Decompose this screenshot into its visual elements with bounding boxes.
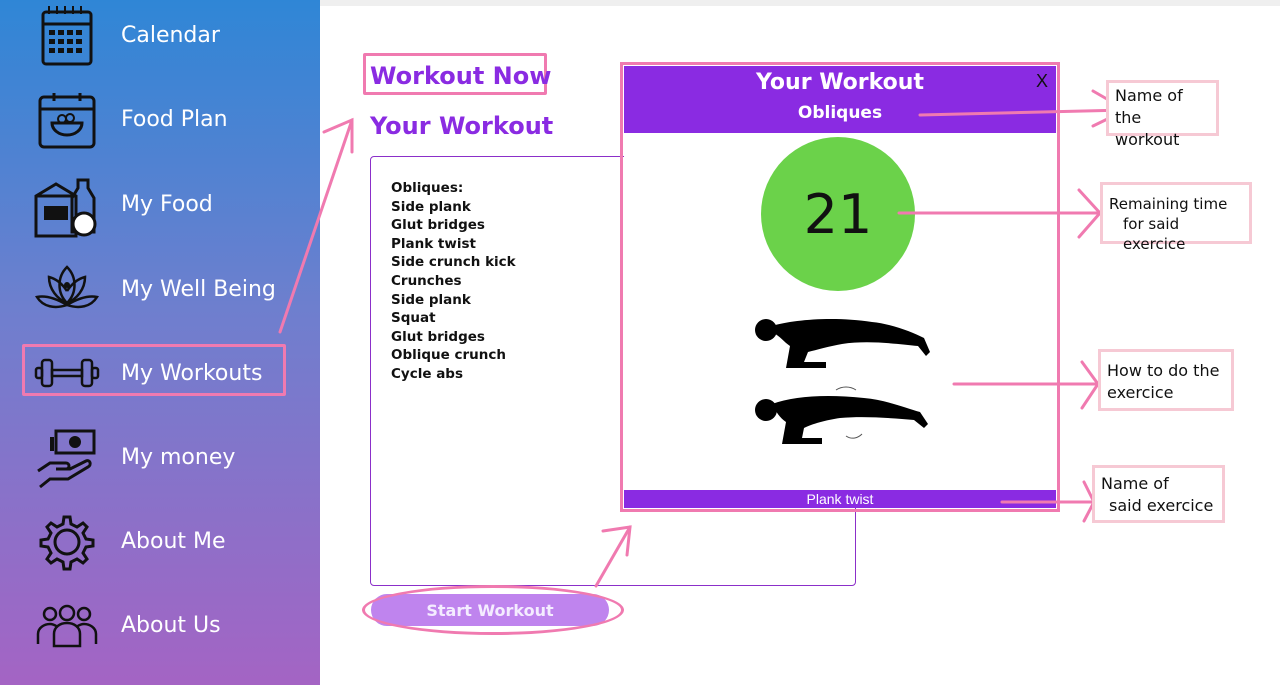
annotation-line: said exercice bbox=[1109, 496, 1214, 515]
annotation-line: workout bbox=[1115, 130, 1180, 149]
annotation-arrows bbox=[278, 89, 1130, 588]
annotation-line: Name of the bbox=[1115, 86, 1183, 127]
annotation-line: Name of bbox=[1101, 474, 1169, 493]
annotation-line: exercice bbox=[1107, 383, 1174, 402]
annotation-how-to: How to do the exercice bbox=[1098, 349, 1234, 411]
annotation-line: How to do the bbox=[1107, 361, 1220, 380]
annotation-remaining-time: Remaining time for said exercice bbox=[1100, 182, 1252, 253]
annotation-workout-name: Name of the workout bbox=[1106, 80, 1219, 149]
annotation-line: for said exercice bbox=[1123, 215, 1186, 253]
annotation-exercise-name: Name of said exercice bbox=[1092, 465, 1225, 523]
annotation-line: Remaining time bbox=[1109, 195, 1228, 213]
